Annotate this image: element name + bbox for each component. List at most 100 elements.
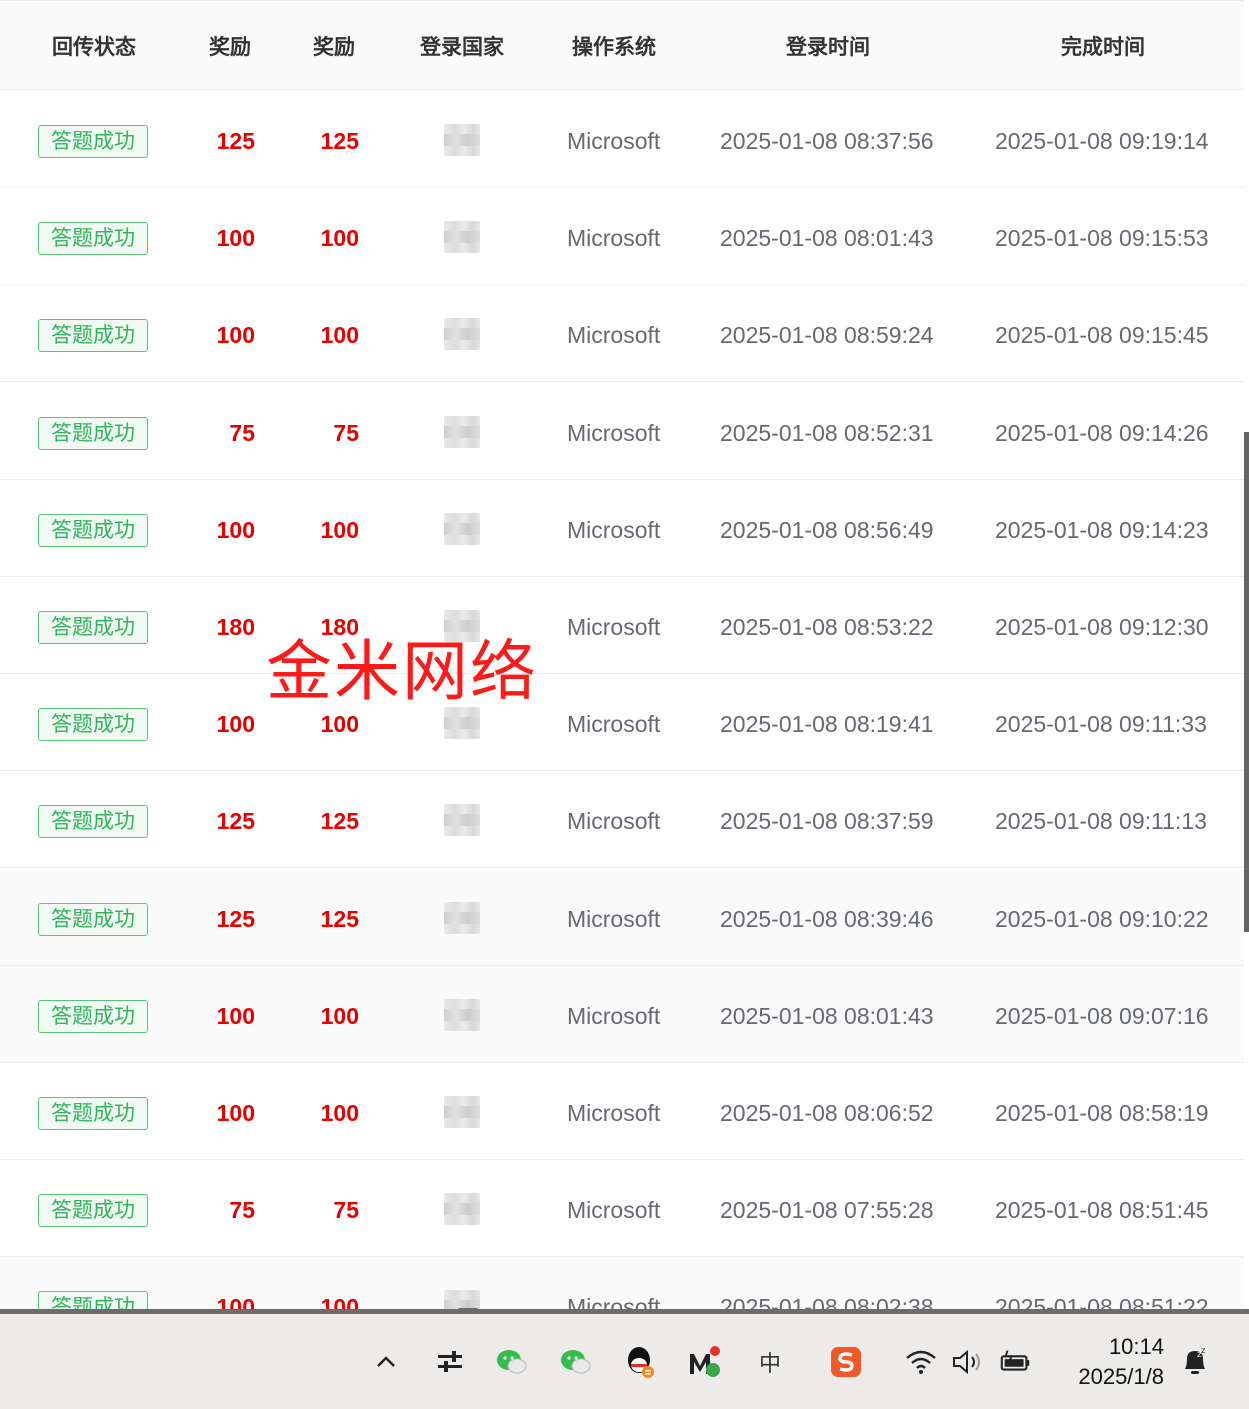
header-callback-status[interactable]: 回传状态 (52, 31, 136, 61)
reward-value: 75 (229, 419, 255, 446)
country-flag-icon (444, 901, 480, 934)
header-login-country[interactable]: 登录国家 (420, 31, 504, 61)
header-login-time[interactable]: 登录时间 (786, 31, 870, 61)
status-badge: 答题成功 (38, 319, 148, 353)
country-flag-icon (444, 318, 480, 351)
os-value: Microsoft (567, 614, 661, 640)
finish-time-value: 2025-01-08 09:15:45 (995, 322, 1209, 349)
sogou-input-icon[interactable] (828, 1344, 864, 1380)
country-flag-icon (444, 221, 480, 254)
reward-value-2: 100 (320, 322, 359, 349)
reward-value: 125 (216, 128, 255, 154)
login-time-value: 2025-01-08 08:52:31 (720, 419, 934, 446)
finish-time-value: 2025-01-08 09:11:33 (995, 711, 1207, 738)
finish-time-value: 2025-01-08 08:58:19 (995, 1100, 1209, 1126)
status-badge: 答题成功 (38, 1194, 148, 1228)
clock-time[interactable]: 10:14 (1068, 1334, 1164, 1360)
finish-time-value: 2025-01-08 09:10:22 (995, 905, 1209, 932)
reward-value: 100 (216, 1002, 255, 1029)
reward-value-2: 100 (320, 1100, 359, 1126)
reward-value: 100 (216, 516, 255, 543)
table-row[interactable]: 答题成功 75 75 Microsoft 2025-01-08 08:52:31 2025… (0, 382, 1245, 480)
finish-time-value: 2025-01-08 08:51:22 (995, 1294, 1209, 1310)
header-os[interactable]: 操作系统 (572, 31, 656, 61)
ime-label: 中 (758, 1352, 781, 1377)
app-m-icon[interactable] (686, 1344, 722, 1380)
reward-value: 100 (216, 322, 255, 349)
table-row[interactable]: 答题成功 100 100 Microsoft 2025-01-08 08:56:49 20… (0, 479, 1245, 577)
status-badge: 答题成功 (38, 805, 148, 839)
wifi-icon[interactable] (903, 1344, 939, 1380)
country-flag-icon (444, 124, 480, 156)
login-time-value: 2025-01-08 08:37:59 (720, 808, 934, 835)
reward-value-2: 100 (320, 1294, 359, 1310)
reward-value-2: 125 (320, 905, 359, 932)
table-row[interactable]: 答题成功 100 100 Microsoft 2025-01-08 08:06:52 20… (0, 1063, 1245, 1160)
scrollbar-thumb[interactable] (1244, 432, 1249, 932)
status-badge: 答题成功 (38, 513, 148, 547)
do-not-disturb-icon[interactable]: zz (1177, 1344, 1213, 1380)
reward-value: 100 (216, 225, 255, 252)
status-badge: 答题成功 (38, 611, 148, 644)
status-badge: 答题成功 (38, 416, 148, 450)
table-row[interactable]: 答题成功 100 100 Microsoft 2025-01-08 08:19:41 20… (0, 674, 1245, 772)
table-row[interactable]: 答题成功 100 100 Microsoft 2025-01-08 08:01:43 20… (0, 965, 1245, 1063)
table-row[interactable]: 答题成功 125 125 Microsoft 2025-01-08 08:37:59 20… (0, 771, 1245, 869)
clock-date[interactable]: 2025/1/8 (1062, 1364, 1164, 1390)
reward-value: 180 (216, 614, 255, 640)
reward-value-2: 100 (320, 516, 359, 543)
finish-time-value: 2025-01-08 09:07:16 (995, 1002, 1209, 1029)
reward-value-2: 125 (320, 808, 359, 835)
header-reward-1[interactable]: 奖励 (209, 31, 251, 61)
status-badge: 答题成功 (38, 999, 148, 1033)
table-row[interactable]: 答题成功 100 100 Microsoft 2025-01-08 08:59:24 20… (0, 285, 1245, 383)
table-row[interactable]: 答题成功 125 125 Microsoft 2025-01-08 08:37:56 20… (0, 91, 1245, 188)
table-row[interactable]: 答题成功 75 75 Microsoft 2025-01-08 07:55:28 2025… (0, 1160, 1245, 1258)
header-reward-2[interactable]: 奖励 (313, 31, 355, 61)
scrollbar-track[interactable] (1244, 0, 1249, 1310)
reward-value: 100 (216, 1100, 255, 1126)
finish-time-value: 2025-01-08 09:19:14 (995, 128, 1209, 154)
login-time-value: 2025-01-08 08:56:49 (720, 516, 934, 543)
os-value: Microsoft (567, 419, 661, 446)
reward-value-2: 100 (320, 225, 359, 252)
wechat-icon[interactable] (494, 1344, 530, 1380)
os-value: Microsoft (567, 128, 661, 154)
reward-value: 100 (216, 1294, 255, 1310)
login-time-value: 2025-01-08 07:55:28 (720, 1197, 934, 1224)
wechat-icon[interactable] (558, 1344, 594, 1380)
header-finish-time[interactable]: 完成时间 (1061, 31, 1145, 61)
country-flag-icon (444, 804, 480, 837)
qq-icon[interactable] (622, 1344, 658, 1380)
os-value: Microsoft (567, 322, 661, 349)
svg-text:z: z (1201, 1346, 1205, 1355)
os-value: Microsoft (567, 1002, 661, 1029)
status-badge: 答题成功 (38, 1097, 148, 1130)
login-time-value: 2025-01-08 08:02:38 (720, 1294, 934, 1310)
login-time-value: 2025-01-08 08:19:41 (720, 711, 934, 738)
os-value: Microsoft (567, 808, 661, 835)
login-time-value: 2025-01-08 08:01:43 (720, 225, 934, 252)
status-badge: 答题成功 (38, 708, 148, 742)
os-value: Microsoft (567, 1197, 661, 1224)
country-flag-icon (444, 512, 480, 545)
status-badge: 答题成功 (38, 1291, 148, 1310)
finish-time-value: 2025-01-08 09:14:26 (995, 419, 1209, 446)
reward-value-2: 100 (320, 711, 359, 738)
input-method-zh-icon[interactable]: 中 (752, 1344, 788, 1380)
finish-time-value: 2025-01-08 08:51:45 (995, 1197, 1209, 1224)
table-row[interactable]: 答题成功 100 100 Microsoft 2025-01-08 08:01:43 20… (0, 188, 1245, 286)
reward-value: 125 (216, 905, 255, 932)
country-flag-icon (444, 1193, 480, 1226)
table-row[interactable]: 答题成功 180 180 Microsoft 2025-01-08 08:53:22 20… (0, 577, 1245, 674)
reward-value: 75 (229, 1197, 255, 1224)
reward-value-2: 125 (320, 128, 359, 154)
chevron-up-icon[interactable] (368, 1344, 404, 1380)
table-row[interactable]: 答题成功 125 125 Microsoft 2025-01-08 08:39:46 20… (0, 868, 1245, 966)
os-value: Microsoft (567, 516, 661, 543)
table-row[interactable]: 答题成功 100 100 Microsoft 2025-01-08 08:02:38 20… (0, 1257, 1245, 1310)
settings-sliders-icon[interactable] (432, 1344, 468, 1380)
battery-icon[interactable] (998, 1344, 1034, 1380)
volume-icon[interactable] (950, 1344, 986, 1380)
status-badge: 答题成功 (38, 222, 148, 256)
